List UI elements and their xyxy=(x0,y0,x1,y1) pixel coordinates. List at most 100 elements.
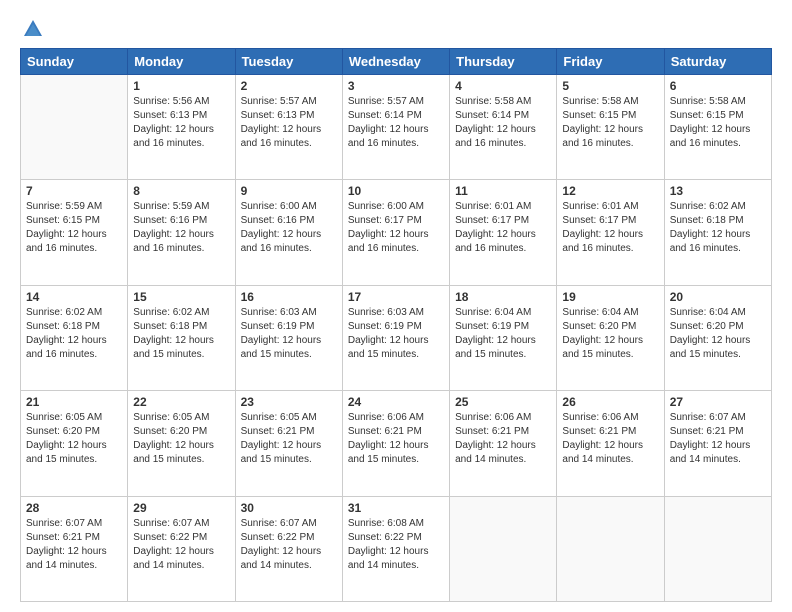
day-number: 19 xyxy=(562,290,658,304)
day-number: 30 xyxy=(241,501,337,515)
calendar-cell: 18Sunrise: 6:04 AMSunset: 6:19 PMDayligh… xyxy=(450,285,557,390)
calendar-cell: 1 Sunrise: 5:56 AMSunset: 6:13 PMDaylight… xyxy=(128,75,235,180)
calendar-cell: 12Sunrise: 6:01 AMSunset: 6:17 PMDayligh… xyxy=(557,180,664,285)
day-info: Sunrise: 6:05 AMSunset: 6:20 PMDaylight:… xyxy=(26,411,122,467)
calendar-header-sunday: Sunday xyxy=(21,49,128,75)
calendar-cell xyxy=(21,75,128,180)
logo-icon xyxy=(22,18,44,40)
calendar-week-row: 7Sunrise: 5:59 AMSunset: 6:15 PMDaylight… xyxy=(21,180,772,285)
day-number: 3 xyxy=(348,79,444,93)
calendar-table: SundayMondayTuesdayWednesdayThursdayFrid… xyxy=(20,48,772,602)
day-info: Sunrise: 5:57 AMSunset: 6:13 PMDaylight:… xyxy=(241,95,337,151)
calendar-cell: 4 Sunrise: 5:58 AMSunset: 6:14 PMDaylight… xyxy=(450,75,557,180)
day-info: Sunrise: 5:56 AMSunset: 6:13 PMDaylight:… xyxy=(133,95,229,151)
day-info: Sunrise: 5:59 AMSunset: 6:15 PMDaylight:… xyxy=(26,200,122,256)
calendar-cell: 13 Sunrise: 6:02 AMSunset: 6:18 PMDayligh… xyxy=(664,180,771,285)
calendar-header-row: SundayMondayTuesdayWednesdayThursdayFrid… xyxy=(21,49,772,75)
day-info: Sunrise: 6:06 AMSunset: 6:21 PMDaylight:… xyxy=(562,411,658,467)
day-number: 23 xyxy=(241,395,337,409)
day-info: Sunrise: 6:02 AMSunset: 6:18 PMDaylight:… xyxy=(133,306,229,362)
day-number: 14 xyxy=(26,290,122,304)
calendar-cell: 30 Sunrise: 6:07 AMSunset: 6:22 PMDayligh… xyxy=(235,496,342,601)
day-info: Sunrise: 5:57 AMSunset: 6:14 PMDaylight:… xyxy=(348,95,444,151)
day-number: 24 xyxy=(348,395,444,409)
day-number: 25 xyxy=(455,395,551,409)
calendar-cell: 23 Sunrise: 6:05 AMSunset: 6:21 PMDayligh… xyxy=(235,391,342,496)
day-info: Sunrise: 6:07 AMSunset: 6:21 PMDaylight:… xyxy=(26,517,122,573)
day-number: 20 xyxy=(670,290,766,304)
calendar-cell: 27 Sunrise: 6:07 AMSunset: 6:21 PMDayligh… xyxy=(664,391,771,496)
calendar-cell: 7Sunrise: 5:59 AMSunset: 6:15 PMDaylight… xyxy=(21,180,128,285)
calendar-cell: 19Sunrise: 6:04 AMSunset: 6:20 PMDayligh… xyxy=(557,285,664,390)
calendar-cell: 31 Sunrise: 6:08 AMSunset: 6:22 PMDayligh… xyxy=(342,496,449,601)
day-info: Sunrise: 6:02 AMSunset: 6:18 PMDaylight:… xyxy=(670,200,766,256)
calendar-cell: 11 Sunrise: 6:01 AMSunset: 6:17 PMDayligh… xyxy=(450,180,557,285)
calendar-header-tuesday: Tuesday xyxy=(235,49,342,75)
calendar-cell: 15 Sunrise: 6:02 AMSunset: 6:18 PMDayligh… xyxy=(128,285,235,390)
day-number: 27 xyxy=(670,395,766,409)
calendar-cell: 3 Sunrise: 5:57 AMSunset: 6:14 PMDaylight… xyxy=(342,75,449,180)
calendar-cell: 24 Sunrise: 6:06 AMSunset: 6:21 PMDayligh… xyxy=(342,391,449,496)
day-info: Sunrise: 6:01 AMSunset: 6:17 PMDaylight:… xyxy=(455,200,551,256)
calendar-header-thursday: Thursday xyxy=(450,49,557,75)
day-info: Sunrise: 5:58 AMSunset: 6:14 PMDaylight:… xyxy=(455,95,551,151)
day-info: Sunrise: 6:00 AMSunset: 6:16 PMDaylight:… xyxy=(241,200,337,256)
day-info: Sunrise: 6:02 AMSunset: 6:18 PMDaylight:… xyxy=(26,306,122,362)
day-number: 28 xyxy=(26,501,122,515)
calendar-cell: 10 Sunrise: 6:00 AMSunset: 6:17 PMDayligh… xyxy=(342,180,449,285)
calendar-cell: 20 Sunrise: 6:04 AMSunset: 6:20 PMDayligh… xyxy=(664,285,771,390)
calendar-cell: 9Sunrise: 6:00 AMSunset: 6:16 PMDaylight… xyxy=(235,180,342,285)
day-info: Sunrise: 6:00 AMSunset: 6:17 PMDaylight:… xyxy=(348,200,444,256)
day-info: Sunrise: 6:08 AMSunset: 6:22 PMDaylight:… xyxy=(348,517,444,573)
calendar-cell: 25 Sunrise: 6:06 AMSunset: 6:21 PMDayligh… xyxy=(450,391,557,496)
day-info: Sunrise: 6:04 AMSunset: 6:20 PMDaylight:… xyxy=(670,306,766,362)
calendar-cell: 28 Sunrise: 6:07 AMSunset: 6:21 PMDayligh… xyxy=(21,496,128,601)
day-info: Sunrise: 6:07 AMSunset: 6:22 PMDaylight:… xyxy=(133,517,229,573)
day-number: 31 xyxy=(348,501,444,515)
day-info: Sunrise: 6:05 AMSunset: 6:21 PMDaylight:… xyxy=(241,411,337,467)
day-info: Sunrise: 5:58 AMSunset: 6:15 PMDaylight:… xyxy=(670,95,766,151)
calendar-cell: 6 Sunrise: 5:58 AMSunset: 6:15 PMDaylight… xyxy=(664,75,771,180)
calendar-cell xyxy=(450,496,557,601)
day-number: 29 xyxy=(133,501,229,515)
day-number: 6 xyxy=(670,79,766,93)
day-info: Sunrise: 6:07 AMSunset: 6:22 PMDaylight:… xyxy=(241,517,337,573)
calendar-cell: 14 Sunrise: 6:02 AMSunset: 6:18 PMDayligh… xyxy=(21,285,128,390)
calendar-cell: 29 Sunrise: 6:07 AMSunset: 6:22 PMDayligh… xyxy=(128,496,235,601)
day-number: 8 xyxy=(133,184,229,198)
day-number: 4 xyxy=(455,79,551,93)
calendar-cell: 5 Sunrise: 5:58 AMSunset: 6:15 PMDaylight… xyxy=(557,75,664,180)
day-number: 26 xyxy=(562,395,658,409)
day-number: 22 xyxy=(133,395,229,409)
day-info: Sunrise: 6:06 AMSunset: 6:21 PMDaylight:… xyxy=(455,411,551,467)
calendar-cell: 17Sunrise: 6:03 AMSunset: 6:19 PMDayligh… xyxy=(342,285,449,390)
calendar-cell: 26 Sunrise: 6:06 AMSunset: 6:21 PMDayligh… xyxy=(557,391,664,496)
day-info: Sunrise: 6:07 AMSunset: 6:21 PMDaylight:… xyxy=(670,411,766,467)
day-number: 1 xyxy=(133,79,229,93)
calendar-header-wednesday: Wednesday xyxy=(342,49,449,75)
day-number: 15 xyxy=(133,290,229,304)
day-number: 11 xyxy=(455,184,551,198)
day-number: 10 xyxy=(348,184,444,198)
day-number: 13 xyxy=(670,184,766,198)
day-info: Sunrise: 6:04 AMSunset: 6:19 PMDaylight:… xyxy=(455,306,551,362)
calendar-cell: 2 Sunrise: 5:57 AMSunset: 6:13 PMDaylight… xyxy=(235,75,342,180)
day-info: Sunrise: 6:03 AMSunset: 6:19 PMDaylight:… xyxy=(241,306,337,362)
day-number: 21 xyxy=(26,395,122,409)
day-info: Sunrise: 6:05 AMSunset: 6:20 PMDaylight:… xyxy=(133,411,229,467)
calendar-cell: 22 Sunrise: 6:05 AMSunset: 6:20 PMDayligh… xyxy=(128,391,235,496)
day-info: Sunrise: 5:58 AMSunset: 6:15 PMDaylight:… xyxy=(562,95,658,151)
day-number: 17 xyxy=(348,290,444,304)
calendar-cell: 16 Sunrise: 6:03 AMSunset: 6:19 PMDayligh… xyxy=(235,285,342,390)
page-header xyxy=(20,18,772,40)
day-info: Sunrise: 6:06 AMSunset: 6:21 PMDaylight:… xyxy=(348,411,444,467)
day-number: 16 xyxy=(241,290,337,304)
day-info: Sunrise: 6:01 AMSunset: 6:17 PMDaylight:… xyxy=(562,200,658,256)
calendar-cell xyxy=(664,496,771,601)
day-number: 2 xyxy=(241,79,337,93)
calendar-header-monday: Monday xyxy=(128,49,235,75)
day-number: 5 xyxy=(562,79,658,93)
calendar-header-saturday: Saturday xyxy=(664,49,771,75)
calendar-cell: 8Sunrise: 5:59 AMSunset: 6:16 PMDaylight… xyxy=(128,180,235,285)
calendar-week-row: 21 Sunrise: 6:05 AMSunset: 6:20 PMDayligh… xyxy=(21,391,772,496)
